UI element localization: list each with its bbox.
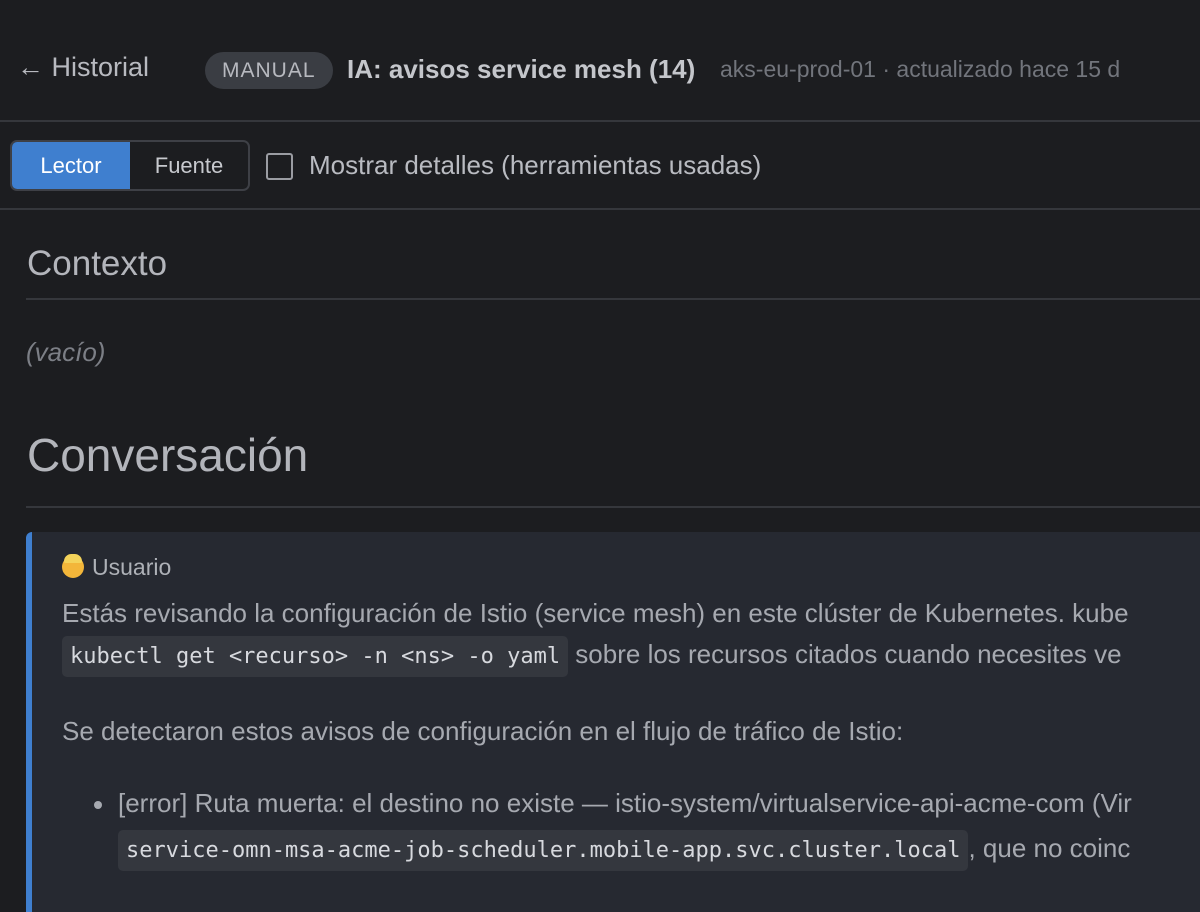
user-avatar-icon (62, 554, 84, 578)
view-mode-toggle: Lector Fuente (10, 140, 250, 191)
conversation-divider (26, 506, 1200, 508)
view-toolbar: Lector Fuente Mostrar detalles (herramie… (0, 122, 1200, 210)
tab-lector[interactable]: Lector (12, 142, 130, 189)
message-line-1: Estás revisando la configuración de Isti… (62, 598, 1129, 628)
message-line-3: Se detectaron estos avisos de configurac… (62, 716, 904, 746)
list-bullet-icon (94, 801, 102, 809)
list-item-line-2: service-omn-msa-acme-job-scheduler.mobil… (118, 830, 1130, 871)
context-heading: Contexto (27, 244, 168, 283)
page-title: IA: avisos service mesh (14) (347, 54, 696, 84)
message-role-label: Usuario (92, 554, 172, 580)
show-details-checkbox[interactable] (266, 153, 293, 180)
inline-code-service-host: service-omn-msa-acme-job-scheduler.mobil… (118, 830, 969, 871)
tab-fuente[interactable]: Fuente (130, 142, 248, 189)
message-role: Usuario (62, 554, 171, 581)
message-line-2-text: sobre los recursos citados cuando necesi… (568, 639, 1122, 669)
show-details-label[interactable]: Mostrar detalles (herramientas usadas) (309, 150, 761, 181)
mode-badge: MANUAL (205, 52, 333, 89)
message-line-2: kubectl get <recurso> -n <ns> -o yaml so… (62, 636, 1122, 677)
user-message: Usuario Estás revisando la configuración… (26, 532, 1200, 912)
list-item-rest: , que no coinc (968, 833, 1131, 863)
cluster-meta: aks-eu-prod-01 · actualizado hace 15 d (720, 56, 1121, 82)
context-empty-text: (vacío) (26, 337, 106, 367)
conversation-heading: Conversación (27, 429, 309, 481)
back-to-history-link[interactable]: ← Historial (17, 52, 149, 83)
list-item-text: [error] Ruta muerta: el destino no exist… (118, 788, 1132, 818)
inline-code-kubectl: kubectl get <recurso> -n <ns> -o yaml (62, 636, 569, 677)
page-header: ← Historial MANUAL IA: avisos service me… (0, 0, 1200, 122)
context-divider (26, 298, 1200, 300)
